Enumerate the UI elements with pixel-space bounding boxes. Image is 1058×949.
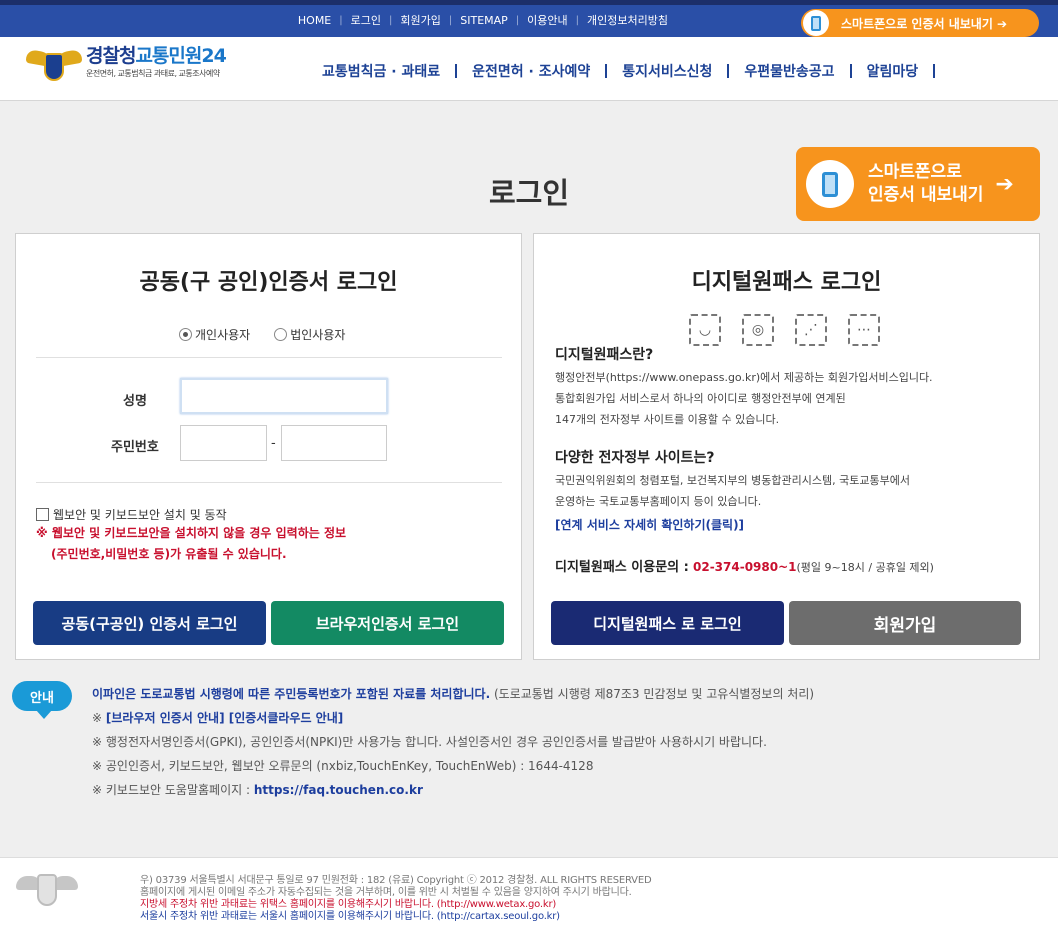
- notice-line-5-prefix: ※ 키보드보안 도움말홈페이지 :: [92, 783, 254, 797]
- export-cert-banner[interactable]: 스마트폰으로 인증서 내보내기 ➔: [796, 147, 1040, 221]
- logo-service: 교통민원24: [135, 45, 226, 67]
- notice-line-4: ※ 공인인증서, 키보드보안, 웹보안 오류문의 (nxbiz,TouchEnK…: [92, 759, 594, 773]
- rrn-dash: -: [271, 436, 276, 451]
- top-link-sitemap[interactable]: SITEMAP: [452, 14, 516, 27]
- onepass-contact: 디지털원패스 이용문의 : 02-374-0980~1(평일 9~18시 / 공…: [555, 556, 934, 575]
- onepass-login-panel: 디지털원패스 로그인 ◡ ◎ ⋰ ⋯ 디지털원패스란? 행정안전부(https:…: [533, 233, 1040, 660]
- pattern-icon: ⋰: [795, 314, 827, 346]
- onepass-contact-label: 디지털원패스 이용문의 :: [555, 560, 689, 575]
- divider: [36, 357, 502, 358]
- checkbox-icon: [36, 508, 49, 521]
- notice-badge: 안내: [12, 681, 72, 719]
- security-warning-line1: ※ 웹보안 및 키보드보안을 설치하지 않을 경우 입력하는 정보: [36, 526, 347, 540]
- touchen-faq-link[interactable]: https://faq.touchen.co.kr: [254, 783, 423, 797]
- banner-line2: 인증서 내보내기: [868, 185, 984, 205]
- onepass-what-line: 통합회원가입 서비스로서 하나의 아이디로 행정안전부에 연계된: [555, 392, 846, 405]
- site-header: 경찰청교통민원24 운전면허, 교통범칙금 과태료, 교통조사예약 교통범칙금 …: [0, 37, 1058, 101]
- banner-line1: 스마트폰으로: [868, 162, 962, 182]
- site-logo[interactable]: 경찰청교통민원24 운전면허, 교통범칙금 과태료, 교통조사예약: [26, 45, 227, 83]
- radio-checked-icon: [179, 328, 192, 341]
- notice-line-1-rest: (도로교통법 시행령 제87조3 민감정보 및 고유식별정보의 처리): [490, 687, 815, 701]
- footer-wetax-notice[interactable]: 지방세 주정차 위반 과태료는 위택스 홈페이지를 이용해주시기 바랍니다. (…: [140, 899, 556, 911]
- onepass-sites-title: 다양한 전자정부 사이트는?: [555, 450, 715, 466]
- onepass-what-title: 디지털원패스란?: [555, 347, 654, 363]
- nav-fines[interactable]: 교통범칙금 · 과태료: [307, 61, 455, 81]
- onepass-what-desc: 행정안전부(https://www.onepass.go.kr)에서 제공하는 …: [555, 367, 933, 430]
- top-links: HOME | 로그인 | 회원가입 | SITEMAP | 이용안내 | 개인정…: [290, 12, 676, 28]
- pin-icon: ⋯: [848, 314, 880, 346]
- notice-line-2: ※ [브라우저 인증서 안내] [인증서클라우드 안내]: [92, 709, 343, 726]
- onepass-login-title: 디지털원패스 로그인: [691, 270, 882, 295]
- site-footer: 우) 03739 서울특별시 서대문구 통일로 97 민원전화 : 182 (유…: [0, 857, 1058, 949]
- main-nav: 교통범칙금 · 과태료 운전면허 · 조사예약 통지서비스신청 우편물반송공고 …: [307, 61, 936, 81]
- smartphone-icon: [803, 10, 829, 36]
- security-install-checkbox[interactable]: 웹보안 및 키보드보안 설치 및 동작: [36, 506, 227, 523]
- onepass-sites-desc: 국민권익위원회의 청렴포털, 보건복지부의 병동합관리시스템, 국토교통부에서 …: [555, 470, 910, 512]
- notice-line-2-prefix: ※: [92, 711, 106, 725]
- top-link-guide[interactable]: 이용안내: [519, 12, 575, 28]
- onepass-what-line: 147개의 전자정부 사이트를 이용할 수 있습니다.: [555, 413, 780, 426]
- divider: [36, 482, 502, 483]
- browser-cert-guide-link[interactable]: [브라우저 인증서 안내] [인증서클라우드 안내]: [106, 711, 343, 725]
- nav-returned-mail[interactable]: 우편물반송공고: [729, 61, 849, 81]
- notice-line-3: ※ 행정전자서명인증서(GPKI), 공인인증서(NPKI)만 사용가능 합니다…: [92, 735, 767, 749]
- name-input[interactable]: [180, 378, 388, 414]
- top-link-join[interactable]: 회원가입: [392, 12, 448, 28]
- cert-login-button[interactable]: 공동(구공인) 인증서 로그인: [33, 601, 266, 645]
- onepass-join-button[interactable]: 회원가입: [789, 601, 1021, 645]
- rrn-back-input[interactable]: [281, 425, 387, 461]
- export-cert-button-small[interactable]: 스마트폰으로 인증서 내보내기 ➔: [801, 9, 1039, 37]
- police-emblem-icon: [26, 47, 82, 83]
- cert-login-panel: 공동(구 공인)인증서 로그인 개인사용자 법인사용자 성명 주민번호 - 웹보…: [15, 233, 522, 660]
- notice-line-1: 이파인은 도로교통법 시행령에 따른 주민등록번호가 포함된 자료를 처리합니다…: [92, 685, 814, 702]
- face-icon: ◡: [689, 314, 721, 346]
- top-link-login[interactable]: 로그인: [343, 12, 389, 28]
- smartphone-icon: [806, 160, 854, 208]
- security-warning-line2: (주민번호,비밀번호 등)가 유출될 수 있습니다.: [51, 547, 287, 561]
- radio-personal[interactable]: 개인사용자: [179, 326, 250, 343]
- footer-email-notice: 홈페이지에 게시된 이메일 주소가 자동수집되는 것을 거부하며, 이를 위반 …: [140, 887, 632, 898]
- auth-method-icons: ◡ ◎ ⋰ ⋯: [689, 314, 901, 346]
- top-link-home[interactable]: HOME: [290, 14, 339, 27]
- name-label: 성명: [123, 394, 147, 409]
- onepass-services-link[interactable]: [연계 서비스 자세히 확인하기(클릭)]: [555, 516, 744, 533]
- onepass-login-button[interactable]: 디지털원패스 로 로그인: [551, 601, 784, 645]
- notice-line-1-bold: 이파인은 도로교통법 시행령에 따른 주민등록번호가 포함된 자료를 처리합니다…: [92, 687, 491, 701]
- notice-line-5: ※ 키보드보안 도움말홈페이지 : https://faq.touchen.co…: [92, 781, 423, 798]
- arrow-right-icon: ➔: [995, 171, 1014, 197]
- onepass-sites-line: 국민권익위원회의 청렴포털, 보건복지부의 병동합관리시스템, 국토교통부에서: [555, 474, 910, 487]
- browser-cert-login-button[interactable]: 브라우저인증서 로그인: [271, 601, 504, 645]
- top-utility-bar: HOME | 로그인 | 회원가입 | SITEMAP | 이용안내 | 개인정…: [0, 0, 1058, 37]
- police-emblem-icon: [16, 870, 78, 910]
- rrn-front-input[interactable]: [180, 425, 267, 461]
- onepass-what-line: 행정안전부(https://www.onepass.go.kr)에서 제공하는 …: [555, 371, 933, 384]
- onepass-contact-hours: (평일 9~18시 / 공휴일 제외): [796, 561, 934, 574]
- nav-license[interactable]: 운전면허 · 조사예약: [457, 61, 605, 81]
- logo-subtitle: 운전면허, 교통범칙금 과태료, 교통조사예약: [86, 69, 220, 78]
- export-cert-label: 스마트폰으로 인증서 내보내기 ➔: [841, 16, 1008, 31]
- nav-notification[interactable]: 통지서비스신청: [607, 61, 727, 81]
- nav-divider: [933, 64, 936, 78]
- rrn-label: 주민번호: [111, 440, 159, 455]
- radio-corporate-label: 법인사용자: [290, 328, 346, 342]
- cert-login-title: 공동(구 공인)인증서 로그인: [139, 270, 398, 295]
- user-type-radios: 개인사용자 법인사용자: [179, 326, 369, 343]
- onepass-sites-line: 운영하는 국토교통부홈페이지 등이 있습니다.: [555, 495, 762, 508]
- onepass-contact-phone: 02-374-0980~1: [693, 560, 797, 574]
- radio-unchecked-icon: [274, 328, 288, 341]
- radio-personal-label: 개인사용자: [195, 328, 251, 342]
- radio-corporate[interactable]: 법인사용자: [274, 326, 345, 343]
- security-install-label: 웹보안 및 키보드보안 설치 및 동작: [53, 508, 227, 522]
- footer-seoul-notice[interactable]: 서울시 주정차 위반 과태료는 서울시 홈페이지를 이용해주시기 바랍니다. (…: [140, 911, 560, 923]
- logo-police: 경찰청: [86, 45, 136, 67]
- footer-address: 우) 03739 서울특별시 서대문구 통일로 97 민원전화 : 182 (유…: [140, 875, 652, 886]
- top-link-privacy[interactable]: 개인정보처리방침: [579, 12, 676, 28]
- nav-notice[interactable]: 알림마당: [852, 61, 934, 81]
- fingerprint-icon: ◎: [742, 314, 774, 346]
